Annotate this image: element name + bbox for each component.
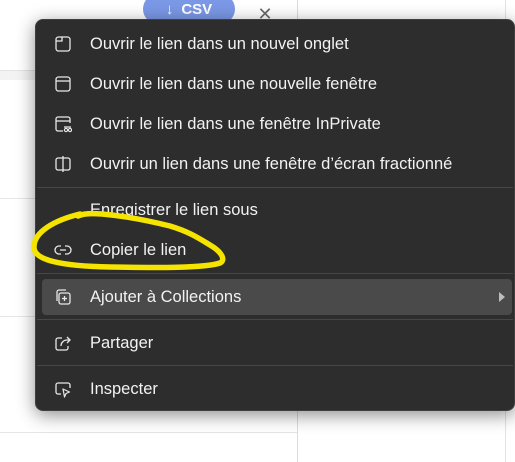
menu-item-open-new-tab[interactable]: Ouvrir le lien dans un nouvel onglet xyxy=(42,26,512,62)
menu-separator xyxy=(37,273,513,274)
menu-item-share[interactable]: Partager xyxy=(42,325,512,361)
new-window-icon xyxy=(53,74,73,94)
menu-item-label: Inspecter xyxy=(90,379,158,398)
inspect-icon xyxy=(53,379,73,399)
menu-item-save-link-as[interactable]: Enregistrer le lien sous xyxy=(42,192,512,228)
menu-item-copy-link[interactable]: Copier le lien xyxy=(42,232,512,268)
menu-item-label: Ouvrir le lien dans une fenêtre InPrivat… xyxy=(90,114,381,133)
csv-button-label: CSV xyxy=(181,0,213,18)
content-divider xyxy=(0,432,298,433)
new-tab-icon xyxy=(53,34,73,54)
split-screen-icon xyxy=(53,154,73,174)
menu-item-label: Copier le lien xyxy=(90,240,187,259)
menu-item-label: Ouvrir le lien dans une nouvelle fenêtre xyxy=(90,74,378,93)
link-icon xyxy=(53,240,73,260)
download-arrow-icon: ↓ xyxy=(165,0,174,18)
menu-item-label: Enregistrer le lien sous xyxy=(90,200,258,219)
menu-item-label: Ajouter à Collections xyxy=(90,287,242,306)
menu-item-inspect[interactable]: Inspecter xyxy=(42,371,512,407)
menu-item-add-to-collections[interactable]: Ajouter à Collections xyxy=(42,279,512,315)
menu-item-label: Ouvrir un lien dans une fenêtre d’écran … xyxy=(90,154,453,173)
menu-separator xyxy=(37,187,513,188)
menu-item-open-new-window[interactable]: Ouvrir le lien dans une nouvelle fenêtre xyxy=(42,66,512,102)
link-context-menu: Ouvrir le lien dans un nouvel onglet Ouv… xyxy=(35,19,515,411)
chevron-right-icon xyxy=(499,292,505,302)
share-icon xyxy=(53,333,73,353)
menu-separator xyxy=(37,319,513,320)
menu-item-label: Ouvrir le lien dans un nouvel onglet xyxy=(90,34,349,53)
menu-item-open-split-screen[interactable]: Ouvrir un lien dans une fenêtre d’écran … xyxy=(42,146,512,182)
browser-page: ↓ CSV ✕ Ouvrir le lien dans un nouvel on… xyxy=(0,0,515,462)
inprivate-window-icon xyxy=(53,114,73,134)
menu-item-label: Partager xyxy=(90,333,154,352)
collections-add-icon xyxy=(53,287,73,307)
menu-separator xyxy=(37,365,513,366)
menu-item-open-inprivate[interactable]: Ouvrir le lien dans une fenêtre InPrivat… xyxy=(42,106,512,142)
